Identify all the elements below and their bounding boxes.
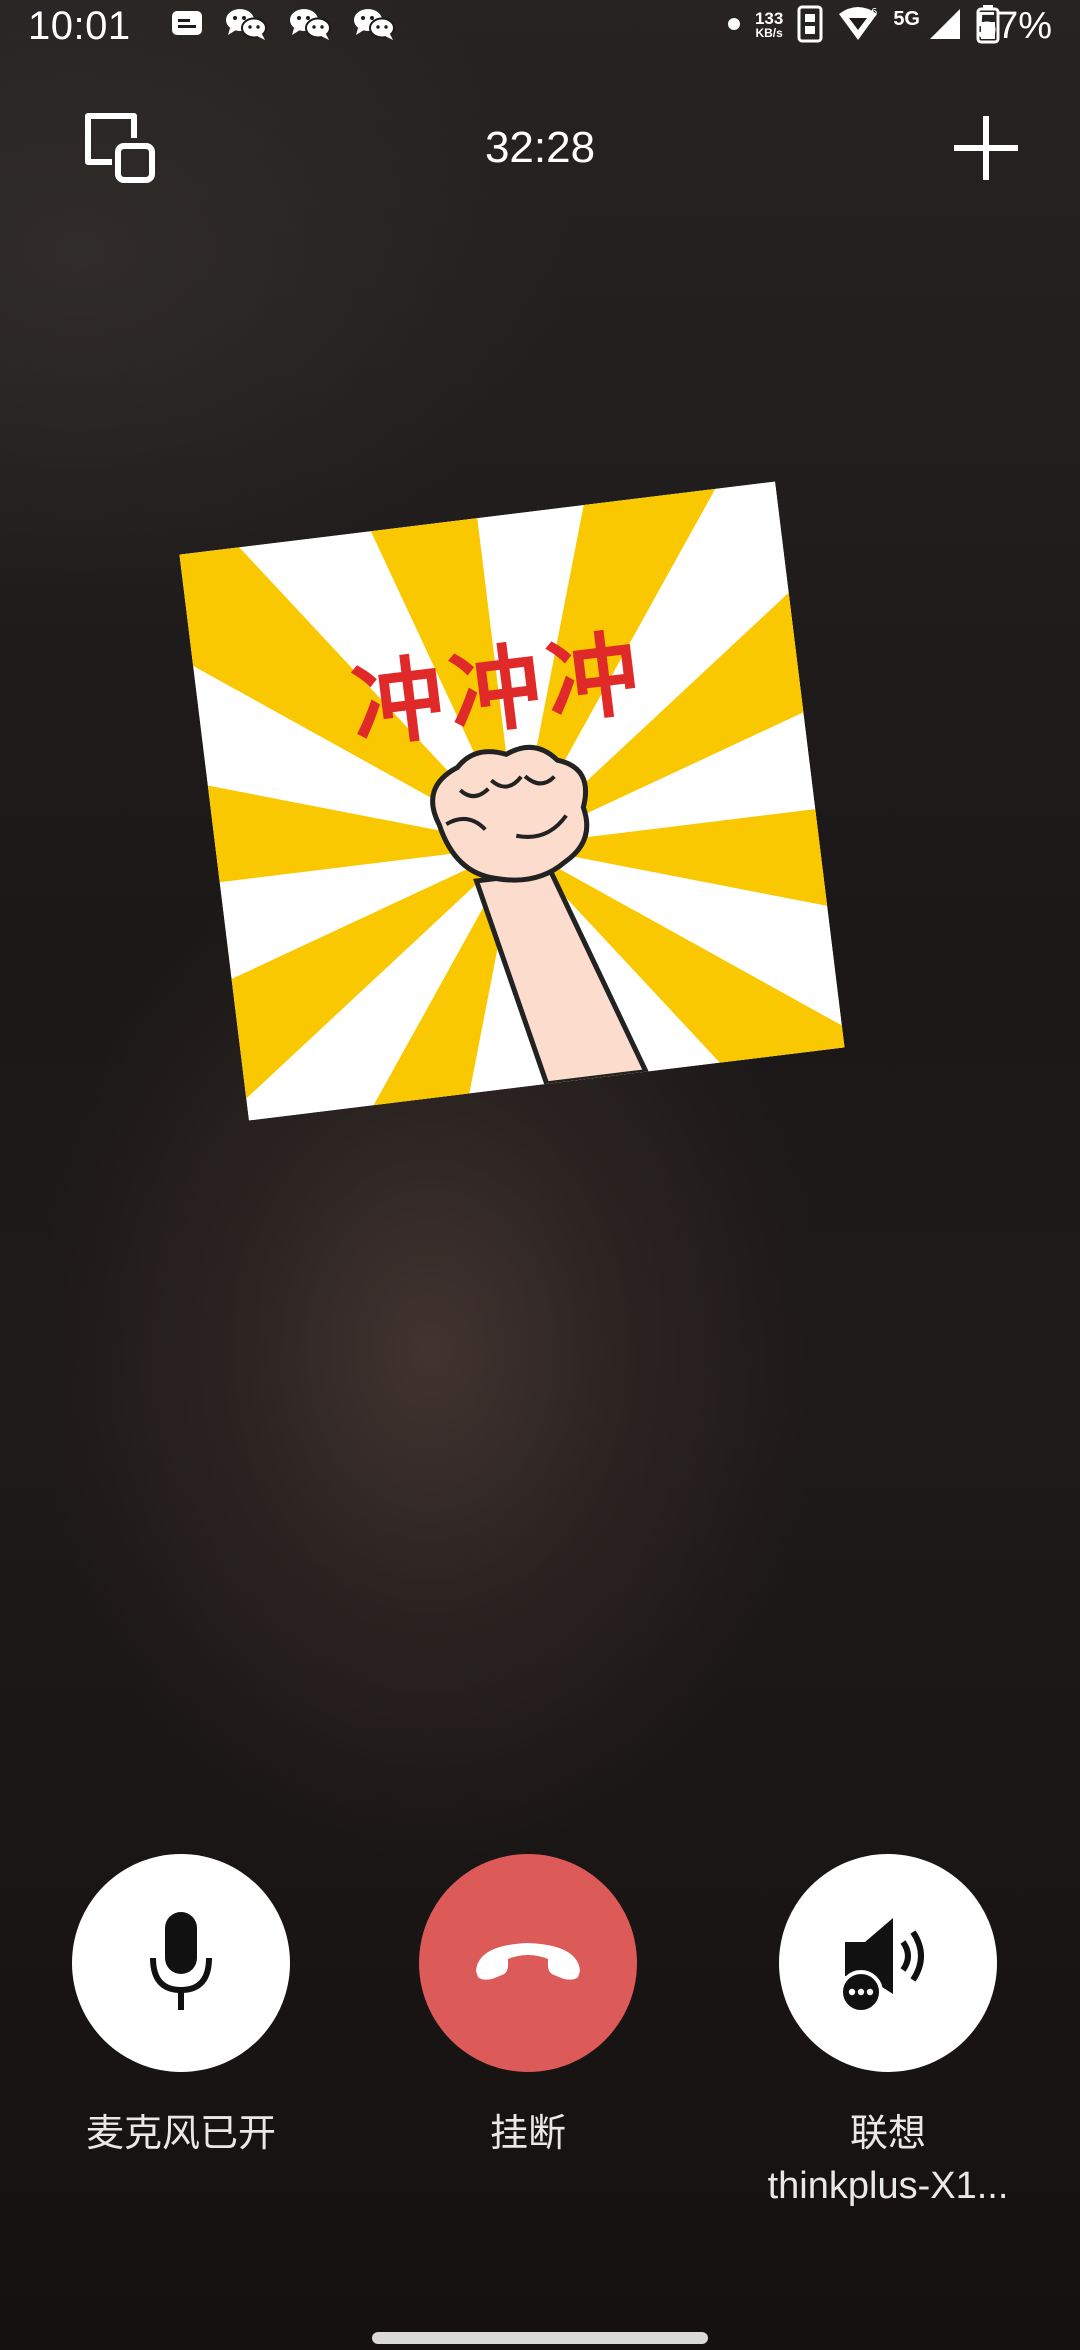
network-speed-value: 133: [754, 9, 784, 28]
wifi-icon: 6: [837, 6, 879, 47]
microphone-icon: [141, 1906, 221, 2021]
plus-icon: [948, 116, 1024, 190]
hang-up-label: 挂断: [489, 2113, 566, 2155]
wechat-icon: [352, 6, 396, 47]
message-icon: [170, 7, 204, 46]
svg-text:6: 6: [871, 7, 877, 18]
battery-percent: 57%: [975, 5, 1052, 47]
notification-icons: [170, 6, 396, 47]
call-duration: 32:28: [484, 123, 596, 172]
audio-output-control: 联想 thinkplus-X1...: [768, 1854, 1008, 2212]
network-type: 5G: [893, 7, 920, 30]
mic-control: 麦克风已开: [72, 1854, 290, 2160]
status-bar: 10:01 133 KB/s 6 5G 57%: [0, 0, 1080, 52]
mic-toggle-button[interactable]: [72, 1854, 290, 2072]
audio-output-button[interactable]: [779, 1854, 997, 2072]
audio-output-device-line1: 联想: [850, 2113, 927, 2155]
network-speed: 133 KB/s: [754, 9, 784, 41]
sunburst-fist-image: 冲冲冲: [179, 481, 845, 1121]
audio-output-label: 联想 thinkplus-X1...: [768, 2108, 1009, 2212]
home-indicator[interactable]: [372, 2332, 708, 2344]
wechat-icon: [288, 6, 332, 47]
hang-up-phone-icon: [468, 1931, 588, 1996]
status-time: 10:01: [28, 4, 131, 48]
add-participant-button[interactable]: [948, 110, 1024, 186]
hang-up-button[interactable]: [419, 1854, 637, 2072]
mic-status-label: 麦克风已开: [85, 2113, 276, 2155]
data-sim-icon: [797, 5, 823, 48]
network-speed-unit: KB/s: [755, 26, 783, 40]
contact-avatar: 冲冲冲: [179, 481, 845, 1121]
audio-output-device-line2: thinkplus-X1...: [767, 2165, 1009, 2207]
status-right: 133 KB/s 6 5G: [727, 2, 1000, 50]
cell-signal-icon: [928, 7, 962, 46]
speaker-device-icon: [833, 1906, 943, 2021]
floating-window-icon: [82, 113, 158, 190]
hangup-control: 挂断: [419, 1854, 637, 2160]
dot-icon: [727, 17, 741, 36]
wechat-icon: [224, 6, 268, 47]
